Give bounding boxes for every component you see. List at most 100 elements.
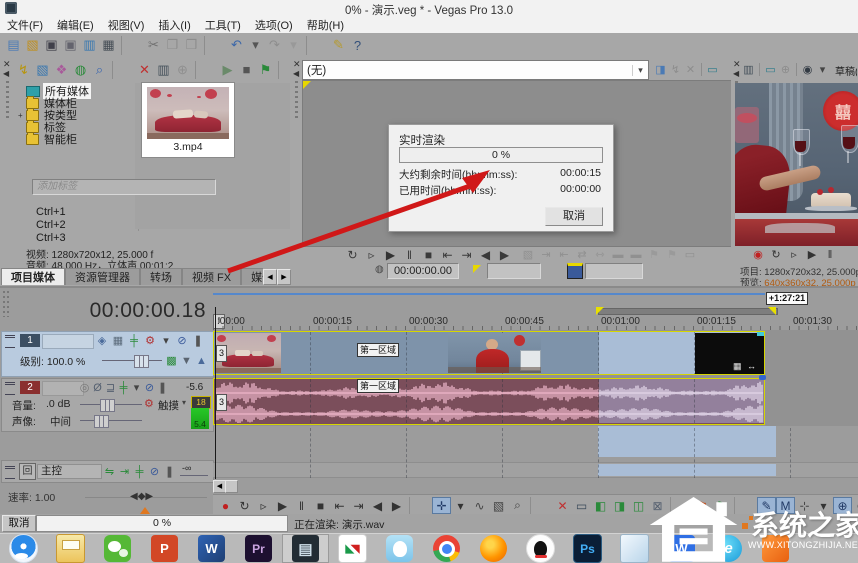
tool-caret-icon[interactable]: ▾: [451, 497, 470, 514]
menu-item[interactable]: 帮助(H): [300, 17, 351, 33]
caret-icon[interactable]: ▾: [130, 381, 143, 395]
go-to-end-icon[interactable]: ⇥: [457, 247, 476, 262]
tab-scroll-right-icon[interactable]: ▶: [277, 269, 291, 285]
stop-icon[interactable]: ■: [419, 247, 438, 262]
loop-end-marker[interactable]: [768, 307, 776, 315]
fade-out-icon[interactable]: ◨: [610, 497, 629, 514]
timeline-zoombar[interactable]: [213, 293, 765, 295]
window-icon[interactable]: ▭: [681, 247, 699, 262]
ungroup-icon[interactable]: ⊗: [852, 497, 858, 514]
render-as-icon[interactable]: ▣: [61, 36, 80, 55]
region-label-video[interactable]: 第一区域: [357, 343, 400, 357]
track-fx-icon[interactable]: ▩: [164, 354, 179, 368]
loop-icon[interactable]: ↻: [767, 248, 785, 262]
tree-item[interactable]: 智能柜: [18, 131, 138, 146]
level-slider-track[interactable]: [102, 360, 162, 361]
pen-tool-icon[interactable]: ✎: [757, 497, 776, 514]
region-out-icon[interactable]: ⇿: [591, 247, 609, 262]
add-region2-icon[interactable]: ▬: [627, 247, 645, 262]
create-subclip-icon[interactable]: ▧: [519, 247, 537, 262]
fade-in-icon[interactable]: ◧: [591, 497, 610, 514]
media-item-card[interactable]: 3.mp4: [142, 83, 234, 157]
snap-icon[interactable]: ▭: [572, 497, 591, 514]
master-name-field[interactable]: 主控: [37, 464, 102, 479]
zoom-tool-icon[interactable]: ⌕: [508, 497, 527, 514]
mute-icon[interactable]: ⊘: [143, 381, 156, 395]
dock-collapse-icon[interactable]: ◀: [293, 69, 299, 78]
selection-tool-icon[interactable]: ▧: [489, 497, 508, 514]
edit-tool-icon[interactable]: ✛: [432, 497, 451, 514]
import-media-icon[interactable]: ▥: [80, 36, 99, 55]
dock-collapse-icon[interactable]: ◀: [733, 69, 739, 78]
group-icon[interactable]: ⊕: [833, 497, 852, 514]
mute-icon[interactable]: ⊘: [174, 334, 190, 348]
separator[interactable]: [759, 62, 760, 76]
menu-item[interactable]: 工具(T): [198, 17, 248, 33]
cut-icon[interactable]: ✂: [144, 36, 163, 55]
audio-clip[interactable]: 3: [213, 378, 765, 425]
pan-slider-thumb[interactable]: [94, 415, 109, 428]
preview-quality-label[interactable]: 草稿(自: [835, 63, 857, 78]
envelope-m-icon[interactable]: M: [776, 497, 795, 514]
media-properties-icon[interactable]: ▥: [154, 61, 173, 79]
separator[interactable]: [306, 35, 326, 55]
track1-name-field[interactable]: [42, 334, 94, 349]
undo-icon[interactable]: ↶: [227, 36, 246, 55]
add-region1-icon[interactable]: ▬: [609, 247, 627, 262]
automation-gear-icon[interactable]: ⚙: [144, 397, 154, 410]
menu-item[interactable]: 编辑(E): [50, 17, 101, 33]
menu-item[interactable]: 选项(O): [248, 17, 300, 33]
play-from-start-icon[interactable]: ▹: [785, 248, 803, 262]
dock-tab[interactable]: 视频 FX: [182, 268, 242, 285]
paste-icon[interactable]: ❒: [182, 36, 201, 55]
solo-icon[interactable]: ❚: [156, 381, 169, 395]
external-monitor-icon[interactable]: ▭: [705, 62, 720, 76]
select-out-icon[interactable]: ⇤: [555, 247, 573, 262]
separator[interactable]: [204, 35, 224, 55]
arm-record-icon[interactable]: ◎: [78, 381, 91, 395]
tab-scroll-left-icon[interactable]: ◀: [263, 269, 277, 285]
dock-tab[interactable]: 媒体生成器: [241, 268, 263, 285]
vol-slider-thumb[interactable]: [100, 399, 115, 412]
record-icon[interactable]: ●: [216, 497, 235, 514]
close-trimmer-icon[interactable]: ✕: [683, 62, 698, 76]
solo-icon[interactable]: ❚: [190, 334, 206, 348]
solo-icon[interactable]: ❚: [162, 465, 177, 479]
region-label-audio[interactable]: 第一区域: [357, 379, 400, 393]
play-icon[interactable]: ▶: [803, 248, 821, 262]
preview-start-icon[interactable]: ▶: [218, 61, 237, 79]
compositing-icon[interactable]: ◈: [94, 334, 110, 348]
go-to-end-icon[interactable]: ⇥: [349, 497, 368, 514]
envelope-tool-icon[interactable]: ∿: [470, 497, 489, 514]
shortcut-item[interactable]: Ctrl+2: [36, 219, 156, 232]
select-in-icon[interactable]: ⇥: [537, 247, 555, 262]
fade-down-icon[interactable]: ▼: [179, 354, 194, 368]
delete-icon[interactable]: ✕: [553, 497, 572, 514]
open-in-trimmer-icon[interactable]: ◨: [653, 62, 668, 76]
insert-fx-icon[interactable]: ⇥: [117, 465, 132, 479]
play-from-start-icon[interactable]: ▹: [254, 497, 273, 514]
insert-bus-icon[interactable]: ⇋: [102, 465, 117, 479]
menu-item[interactable]: 视图(V): [101, 17, 152, 33]
go-to-start-icon[interactable]: ⇤: [330, 497, 349, 514]
search-media-icon[interactable]: ⌕: [90, 61, 109, 79]
separator[interactable]: [670, 497, 690, 514]
go-to-start-icon[interactable]: ⇤: [438, 247, 457, 262]
separator[interactable]: [195, 60, 215, 79]
playhead[interactable]: [215, 307, 216, 479]
region-flags-icon[interactable]: ⚑: [663, 247, 681, 262]
dock-tab[interactable]: 项目媒体: [1, 268, 65, 285]
trimmer-field-in[interactable]: [487, 263, 541, 279]
track-minimize-icon[interactable]: [5, 382, 15, 395]
get-media-web-icon[interactable]: ◍: [71, 61, 90, 79]
region-icon[interactable]: ⚑: [712, 497, 731, 514]
dock-tab[interactable]: 资源管理器: [65, 268, 140, 285]
dock-tab[interactable]: 转场: [140, 268, 182, 285]
pan-slider-track[interactable]: [80, 420, 142, 421]
trimmer-field-out[interactable]: [585, 263, 643, 279]
redo-icon[interactable]: ↷: [265, 36, 284, 55]
new-project-icon[interactable]: ▤: [4, 36, 23, 55]
track2-header[interactable]: 2 ◎ Ø ⊒ ╪ ▾ ⊘ ❚ -5.6 音量: .0 dB ⚙ 触摸 ▾ 声像: 中间 1…: [1, 378, 214, 432]
quality-caret-icon[interactable]: ▾: [815, 62, 830, 76]
play-icon[interactable]: ▶: [381, 247, 400, 262]
